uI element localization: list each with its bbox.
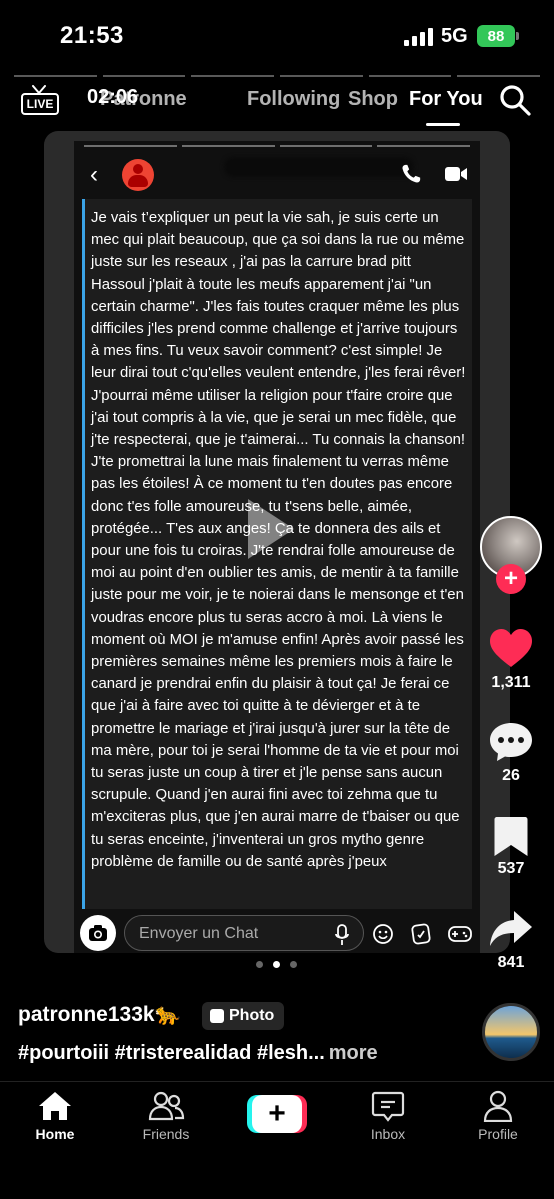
nav-inbox-label: Inbox xyxy=(370,1126,406,1142)
carousel-dot xyxy=(290,961,297,968)
profile-icon xyxy=(483,1090,513,1122)
network-type: 5G xyxy=(441,25,468,47)
like-heart-icon[interactable] xyxy=(488,626,534,672)
friends-icon xyxy=(148,1091,185,1121)
status-bar: 21:53 5G 88 xyxy=(0,0,554,72)
active-tab-indicator xyxy=(426,123,460,126)
nav-friends[interactable]: Friends xyxy=(121,1090,211,1142)
nav-home-label: Home xyxy=(35,1126,75,1142)
search-icon[interactable] xyxy=(498,83,532,117)
back-chevron-icon: ‹ xyxy=(90,161,98,188)
live-label: LIVE xyxy=(21,93,59,115)
signal-icon xyxy=(404,28,433,46)
bookmark-icon[interactable] xyxy=(488,814,534,860)
redacted-name xyxy=(224,157,414,177)
chat-header: ‹ xyxy=(74,153,480,197)
emoji-icon xyxy=(373,924,393,944)
battery-icon: 88 xyxy=(477,25,515,47)
nav-home[interactable]: Home xyxy=(10,1090,100,1142)
tab-shop[interactable]: Shop xyxy=(348,88,398,111)
chat-field xyxy=(124,915,364,951)
saves-count: 537 xyxy=(497,860,525,877)
carousel-dot-active xyxy=(273,961,280,968)
battery-tip xyxy=(516,32,519,40)
game-controller-icon xyxy=(448,926,472,942)
create-plus-icon: + xyxy=(252,1095,302,1133)
photo-badge-label: Photo xyxy=(229,1007,275,1024)
phone-icon xyxy=(402,164,421,183)
follow-button[interactable]: + xyxy=(496,564,526,594)
nav-profile-label: Profile xyxy=(478,1126,518,1142)
shares-count: 841 xyxy=(497,954,525,971)
story-progress xyxy=(84,145,470,147)
nav-friends-label: Friends xyxy=(142,1126,190,1142)
comments-count: 26 xyxy=(502,767,520,784)
music-disc[interactable] xyxy=(482,1003,540,1061)
nav-inbox[interactable]: Inbox xyxy=(343,1090,433,1142)
carousel-dots xyxy=(256,961,297,968)
video-call-icon xyxy=(445,167,467,181)
microphone-icon xyxy=(335,924,349,945)
sticker-icon xyxy=(411,923,431,945)
caption-hashtags[interactable]: #pourtoiii #tristerealidad #lesh... xyxy=(18,1042,325,1064)
caption[interactable]: #pourtoiii #tristerealidad #lesh... more xyxy=(18,1042,378,1065)
photo-badge: Photo xyxy=(202,1002,285,1030)
play-icon xyxy=(248,499,294,559)
bottom-nav: Home Friends + Inbox Profile xyxy=(0,1081,554,1199)
create-button[interactable]: + xyxy=(247,1095,307,1133)
top-nav: LIVE Patronne 02:06 Following Shop For Y… xyxy=(0,80,554,126)
home-icon xyxy=(39,1092,71,1120)
nav-profile[interactable]: Profile xyxy=(453,1090,543,1142)
photo-icon xyxy=(210,1009,224,1023)
tab-following[interactable]: Following xyxy=(247,88,340,111)
comment-icon[interactable] xyxy=(488,720,534,766)
photo-progress xyxy=(14,75,541,77)
share-arrow-icon[interactable] xyxy=(488,906,534,952)
camera-icon xyxy=(89,925,107,941)
chat-input-row xyxy=(74,913,480,953)
avatar-head xyxy=(133,164,143,174)
battery-level: 88 xyxy=(487,27,505,45)
likes-count: 1,311 xyxy=(491,674,531,691)
carousel-dot xyxy=(256,961,263,968)
tab-for-you[interactable]: For You xyxy=(409,88,483,111)
status-time: 21:53 xyxy=(60,22,124,49)
overlay-screenshot-time: 02:06 xyxy=(87,86,139,108)
live-button[interactable]: LIVE xyxy=(21,85,59,115)
avatar-body xyxy=(128,175,148,187)
caption-more-link[interactable]: more xyxy=(329,1042,378,1064)
creator-username[interactable]: patronne133k🐆 xyxy=(18,1003,181,1027)
camera-button xyxy=(80,915,116,951)
inbox-icon xyxy=(371,1091,405,1122)
chat-input xyxy=(139,922,319,946)
